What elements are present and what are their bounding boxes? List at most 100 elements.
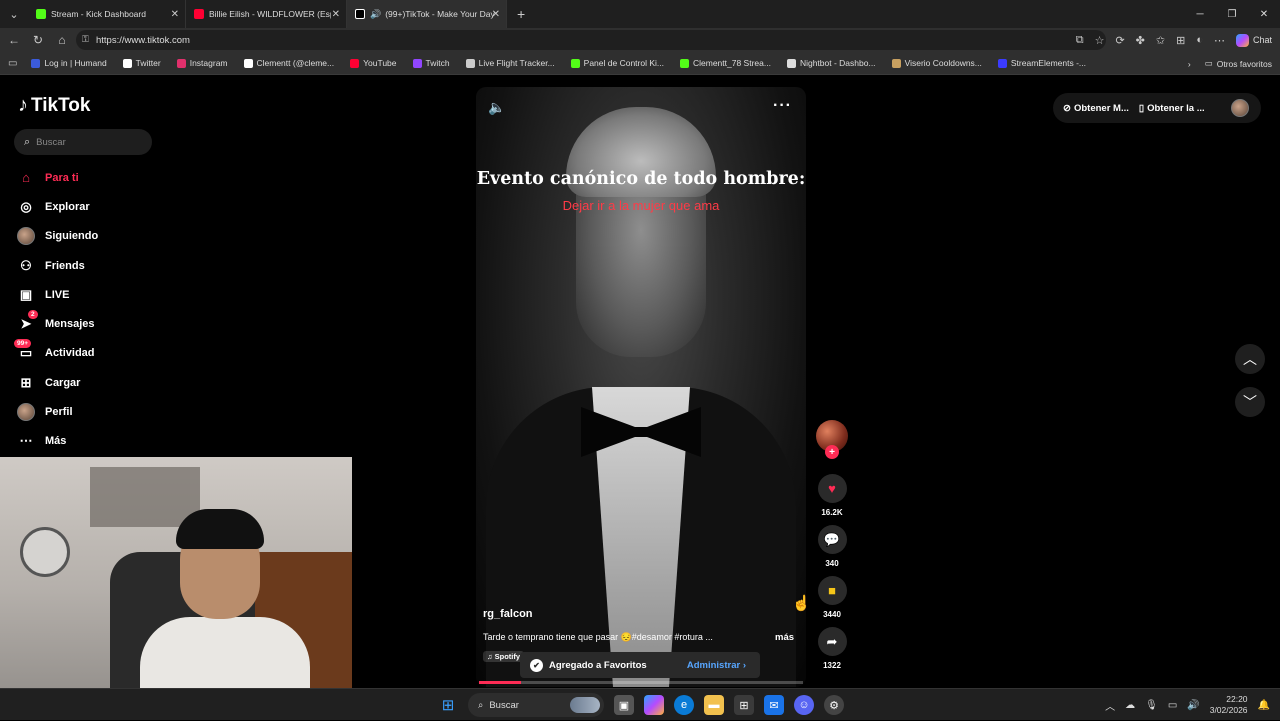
bookmark-item[interactable]: Live Flight Tracker... [465, 58, 555, 68]
video-progress-bar[interactable] [479, 681, 803, 684]
bookmark-item[interactable]: Panel de Control Ki... [570, 58, 664, 68]
video-description: Tarde o temprano tiene que pasar 😔#desam… [483, 632, 713, 642]
video-player[interactable]: Evento canónico de todo hombre: Dejar ir… [476, 87, 806, 687]
tiktok-logo[interactable]: ♪ TikTok [18, 94, 90, 117]
see-more-link[interactable]: más [775, 632, 794, 643]
sidebar-item-label: Mensajes [45, 318, 95, 331]
manage-link[interactable]: Administrar › [687, 660, 746, 671]
bookmark-item[interactable]: Instagram [176, 58, 228, 68]
bookmark-favicon-icon [679, 58, 689, 68]
bookmark-label: StreamElements -... [1010, 58, 1086, 68]
settings-icon[interactable]: ⚙ [824, 695, 844, 715]
tab-kick-dashboard[interactable]: Stream - Kick Dashboard ✕ [28, 0, 186, 28]
new-tab-plus-icon[interactable]: + [517, 6, 525, 22]
webcam-fan [20, 527, 70, 577]
favorite-star-icon[interactable]: ☆ [1095, 34, 1105, 47]
url-bar[interactable]: ⚿ https://www.tiktok.com [76, 30, 1106, 50]
bookmark-item[interactable]: Twitch [412, 58, 450, 68]
sidebar-item-siguiendo[interactable]: Siguiendo [16, 222, 98, 251]
video-username[interactable]: rg_falcon [483, 608, 533, 620]
share-count: 1322 [823, 661, 841, 670]
sidebar-item-más[interactable]: ⋯ Más [16, 427, 98, 456]
volume-icon[interactable]: 🔈 [488, 99, 505, 116]
other-favorites[interactable]: ▭ Otros favoritos [1205, 58, 1272, 69]
sidebar-toggle-icon[interactable]: ▭ [8, 58, 17, 69]
share-button[interactable]: ➦ 1322 [812, 627, 852, 670]
bookmark-item[interactable]: Clementt_78 Strea... [679, 58, 771, 68]
sidebar-item-label: Explorar [45, 200, 90, 213]
like-button[interactable]: ♥ 16.2K [812, 474, 852, 517]
task-view-icon[interactable]: ▣ [614, 695, 634, 715]
sidebar-item-cargar[interactable]: ⊞ Cargar [16, 368, 98, 397]
bookmark-item[interactable]: Clementt (@cleme... [243, 58, 334, 68]
profile-icon[interactable]: ◐ [1196, 34, 1203, 46]
bookmark-item[interactable]: Log in | Humand [31, 58, 107, 68]
previous-video-chevron-up-icon[interactable]: ︿ [1235, 344, 1265, 374]
settings-more-icon[interactable]: ⋯ [1214, 34, 1225, 47]
get-app-button[interactable]: ▯ Obtener la ... [1139, 103, 1205, 114]
copilot-icon[interactable] [644, 695, 664, 715]
next-video-chevron-down-icon[interactable]: ﹀ [1235, 387, 1265, 417]
copilot-chat-button[interactable]: Chat [1235, 33, 1272, 47]
network-icon[interactable]: ▭ [1168, 700, 1177, 711]
discord-icon[interactable]: ☺ [794, 695, 814, 715]
edge-browser-icon[interactable]: e [674, 695, 694, 715]
extensions-icon[interactable]: ⧉ [1076, 34, 1084, 47]
sidebar-item-mensajes[interactable]: ➤ 2 Mensajes [16, 309, 98, 338]
tab-actions-chevron-icon[interactable]: ⌄ [0, 0, 28, 28]
bookmark-item[interactable]: YouTube [350, 58, 397, 68]
save-button[interactable]: ■ 3440 [812, 576, 852, 619]
bookmarks-chevron-icon[interactable]: › [1188, 59, 1191, 69]
minimize-icon[interactable]: ─ [1184, 0, 1216, 28]
notification-badge: 99+ [14, 339, 32, 349]
microphone-icon[interactable]: 🎙 [1145, 700, 1158, 711]
home-icon[interactable]: ⌂ [50, 28, 74, 52]
sidebar-item-para-ti[interactable]: ⌂ Para ti [16, 163, 98, 192]
clock[interactable]: 22:20 3/02/2026 [1210, 694, 1248, 716]
bookmark-item[interactable]: Viserio Cooldowns... [891, 58, 982, 68]
music-tag[interactable]: ♫ Spotify [483, 651, 525, 662]
get-coins-button[interactable]: ⊘ Obtener M... [1063, 103, 1129, 114]
close-tab-icon[interactable]: ✕ [492, 9, 500, 20]
close-window-icon[interactable]: ✕ [1248, 0, 1280, 28]
comment-button[interactable]: 💬 340 [812, 525, 852, 568]
windows-start-icon[interactable]: ⊞ [438, 695, 458, 715]
sidebar-item-live[interactable]: ▣ LIVE [16, 280, 98, 309]
favorites-icon[interactable]: ✩ [1156, 34, 1165, 47]
user-avatar[interactable] [1231, 99, 1249, 117]
microsoft-store-icon[interactable]: ⊞ [734, 695, 754, 715]
bookmark-item[interactable]: Twitter [122, 58, 161, 68]
refresh-page-icon[interactable]: ⟳ [1115, 34, 1124, 47]
youtube-icon [194, 9, 204, 19]
site-info-icon[interactable]: ⚿ [82, 34, 89, 45]
sidebar-item-friends[interactable]: ⚇ Friends [16, 251, 98, 280]
volume-icon[interactable]: 🔊 [1187, 700, 1199, 711]
creator-avatar[interactable]: + [812, 420, 852, 459]
sidebar-item-perfil[interactable]: Perfil [16, 397, 98, 426]
tab-youtube-billie[interactable]: Billie Eilish - WILDFLOWER (Españ ✕ [186, 0, 347, 28]
extension-puzzle-icon[interactable]: ✤ [1136, 34, 1145, 47]
tab-tiktok[interactable]: 🔊 (99+)TikTok - Make Your Day ✕ [347, 0, 507, 28]
close-tab-icon[interactable]: ✕ [332, 9, 340, 20]
close-tab-icon[interactable]: ✕ [171, 9, 179, 20]
restore-icon[interactable]: ❐ [1216, 0, 1248, 28]
cloud-icon[interactable]: ☁ [1125, 700, 1135, 711]
bookmark-item[interactable]: Nightbot - Dashbo... [786, 58, 876, 68]
tray-chevron-up-icon[interactable]: ︿ [1105, 698, 1115, 713]
back-arrow-icon[interactable]: ← [2, 28, 26, 52]
bookmark-item[interactable]: StreamElements -... [997, 58, 1086, 68]
windows-taskbar: ⊞ ⌕ Buscar ▣ e ▬ ⊞ ✉ ☺ ⚙ ︿ ☁ 🎙 ▭ 🔊 22:20… [0, 688, 1280, 720]
file-explorer-icon[interactable]: ▬ [704, 695, 724, 715]
speaker-icon[interactable]: 🔊 [370, 9, 381, 20]
collections-icon[interactable]: ⊞ [1176, 34, 1185, 47]
reload-icon[interactable]: ↻ [26, 28, 50, 52]
notifications-bell-icon[interactable]: 🔔 [1258, 700, 1270, 711]
sidebar-item-explorar[interactable]: ◎ Explorar [16, 192, 98, 221]
video-more-icon[interactable]: ··· [773, 97, 792, 115]
search-input[interactable]: ⌕ Buscar [14, 129, 152, 155]
sidebar-item-actividad[interactable]: ▭ 99+ Actividad [14, 339, 98, 368]
mail-icon[interactable]: ✉ [764, 695, 784, 715]
follow-plus-icon[interactable]: + [825, 445, 839, 459]
taskbar-search[interactable]: ⌕ Buscar [468, 693, 604, 717]
copilot-icon [1235, 33, 1249, 47]
